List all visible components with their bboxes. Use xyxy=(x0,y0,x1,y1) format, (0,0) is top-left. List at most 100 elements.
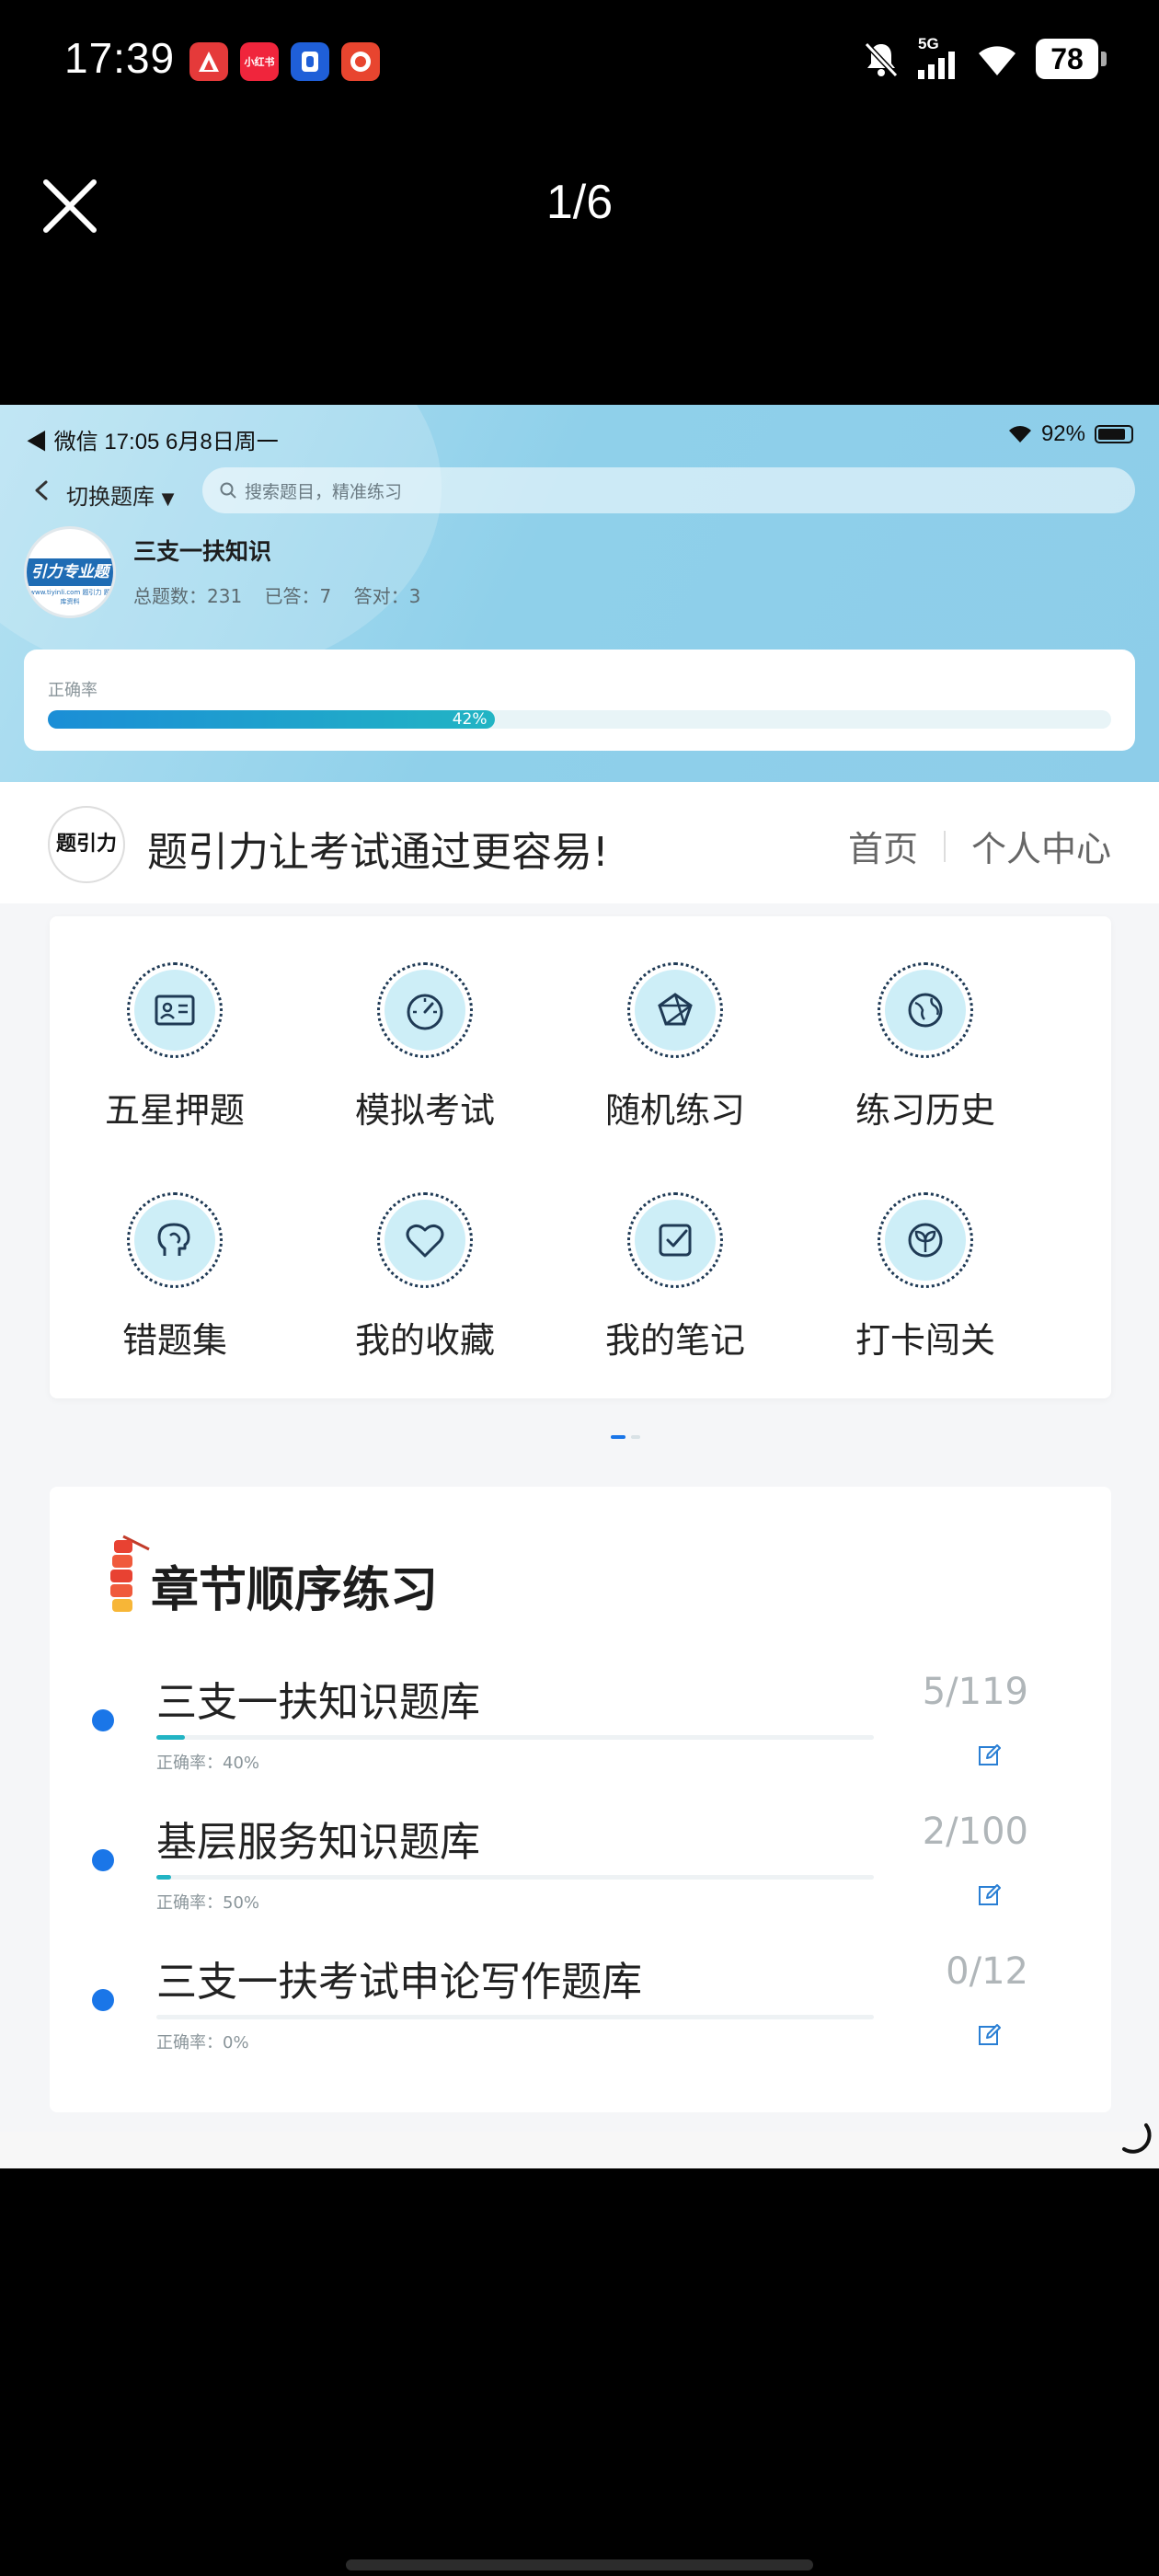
bullet-dot xyxy=(92,1709,114,1731)
accuracy-card: 正确率 42% xyxy=(24,650,1135,751)
brand-slogan: 题引力让考试通过更容易! xyxy=(147,829,609,876)
status-time: 17:39 xyxy=(64,34,176,82)
feature-label: 我的收藏 xyxy=(354,1320,495,1361)
feature-random-practice[interactable]: 随机练习 xyxy=(550,962,800,1133)
feature-mock-exam[interactable]: 模拟考试 xyxy=(300,962,550,1133)
page-dot-active xyxy=(611,1435,625,1439)
feature-practice-history[interactable]: 练习历史 xyxy=(800,962,1050,1133)
speedometer-icon xyxy=(407,994,443,1030)
nav-profile-link[interactable]: 个人中心 xyxy=(971,821,1111,871)
battery-indicator: 78 xyxy=(1036,39,1107,79)
firecracker-icon xyxy=(110,1535,150,1612)
chapter-count: 2/100 xyxy=(922,1811,1028,1853)
answered-count: 已答：7 xyxy=(264,585,332,607)
home-indicator[interactable] xyxy=(346,2559,813,2570)
edit-icon[interactable] xyxy=(977,1882,1003,1908)
sprout-icon xyxy=(908,1223,943,1258)
chapter-progress-bar xyxy=(156,2015,874,2019)
chapter-accuracy: 正确率：0% xyxy=(156,2033,249,2053)
chapter-count: 5/119 xyxy=(922,1671,1028,1713)
feature-grid: 五星押题 模拟考试 随机练习 练习历史 错题集 我的收藏 我的笔记 打卡闯关 xyxy=(50,916,1111,1439)
page-bottom xyxy=(0,2132,1159,2168)
cellular-icon: 5G xyxy=(918,35,958,79)
feature-label: 模拟考试 xyxy=(354,1090,495,1131)
heart-icon xyxy=(406,1224,444,1258)
chapter-progress-fill xyxy=(156,1875,171,1880)
chapter-progress-bar xyxy=(156,1735,874,1740)
wifi-icon xyxy=(979,46,1016,75)
chapter-progress-fill xyxy=(156,1735,186,1740)
course-logo-text: 引力专业题 xyxy=(27,558,113,586)
nav-divider xyxy=(943,830,946,862)
note-check-icon xyxy=(659,1224,692,1257)
bullet-dot xyxy=(92,1989,114,2011)
id-card-icon xyxy=(155,995,195,1026)
feature-favorites[interactable]: 我的收藏 xyxy=(300,1192,550,1363)
correct-count: 答对：3 xyxy=(353,585,421,607)
back-icon[interactable] xyxy=(28,475,55,506)
image-counter: 1/6 xyxy=(545,176,614,229)
brain-head-icon xyxy=(157,1223,190,1256)
inner-status-right: 92% xyxy=(1008,421,1133,447)
banner-nav: 首页 个人中心 xyxy=(848,821,1111,871)
chapter-item[interactable]: 三支一扶考试申论写作题库 正确率：0% 0/12 xyxy=(50,1932,1111,2061)
network-icon xyxy=(658,993,693,1026)
accuracy-progress-bar: 42% xyxy=(48,710,1111,729)
chapter-accuracy: 正确率：50% xyxy=(156,1893,260,1913)
chapter-practice-title: 章节顺序练习 xyxy=(151,1563,439,1618)
chapter-count: 0/12 xyxy=(946,1950,1028,1993)
course-logo-sub: www.tiyinli.com 题引力 题库资料 xyxy=(29,589,110,605)
inner-status-bar: ◀ 微信 17:05 6月8日周一 92% xyxy=(26,416,1133,456)
screenshot-image: ◀ 微信 17:05 6月8日周一 92% 切换题库 ▼ 搜索题目，精准练习 引… xyxy=(0,405,1159,2168)
status-app-icons: 小红书 xyxy=(189,42,380,81)
network-label: 5G xyxy=(918,35,939,52)
feature-five-star[interactable]: 五星押题 xyxy=(50,962,300,1133)
accuracy-progress-fill: 42% xyxy=(48,710,495,729)
course-title: 三支一扶知识 xyxy=(133,538,272,565)
accuracy-label: 正确率 xyxy=(48,681,98,700)
caret-down-icon: ▼ xyxy=(161,489,175,509)
feature-notes[interactable]: 我的笔记 xyxy=(550,1192,800,1363)
bell-muted-icon xyxy=(864,41,899,78)
switch-bank-dropdown[interactable]: 切换题库 ▼ xyxy=(66,478,174,511)
app-a-icon xyxy=(189,42,228,81)
search-input[interactable]: 搜索题目，精准练习 xyxy=(202,467,1135,513)
app-blue-icon xyxy=(291,42,329,81)
feature-label: 打卡闯关 xyxy=(855,1320,995,1361)
edit-icon[interactable] xyxy=(977,1742,1003,1768)
course-stats: 总题数：231 已答：7 答对：3 xyxy=(133,581,437,608)
top-nav: 切换题库 ▼ 搜索题目，精准练习 xyxy=(22,467,1135,517)
image-viewer: { "status_bar": { "time": "17:39", "batt… xyxy=(0,0,1159,2576)
app-coupon-icon xyxy=(341,42,380,81)
feature-check-in[interactable]: 打卡闯关 xyxy=(800,1192,1050,1363)
wifi-icon xyxy=(1008,426,1031,443)
feature-wrong-questions[interactable]: 错题集 xyxy=(50,1192,300,1363)
switch-bank-label: 切换题库 xyxy=(66,484,155,510)
feature-label: 随机练习 xyxy=(604,1090,745,1131)
brand-banner: 题引力 题引力让考试通过更容易! 首页 个人中心 xyxy=(0,782,1159,903)
page-dot xyxy=(631,1435,640,1439)
chapter-item[interactable]: 基层服务知识题库 正确率：50% 2/100 xyxy=(50,1792,1111,1921)
status-right: 5G 78 xyxy=(861,35,1107,79)
chapter-progress-bar xyxy=(156,1875,874,1880)
chapter-name: 基层服务知识题库 xyxy=(156,1819,480,1866)
chapter-name: 三支一扶知识题库 xyxy=(156,1679,480,1726)
chapter-accuracy: 正确率：40% xyxy=(156,1754,260,1773)
course-logo: 引力专业题 www.tiyinli.com 题引力 题库资料 xyxy=(24,526,116,618)
edit-icon[interactable] xyxy=(977,2022,1003,2048)
feature-label: 错题集 xyxy=(121,1320,227,1361)
globe-icon xyxy=(908,993,943,1028)
total-questions: 总题数：231 xyxy=(133,585,243,607)
brand-logo: 题引力 xyxy=(48,806,125,883)
search-icon xyxy=(220,482,236,499)
app-xiaohongshu-icon: 小红书 xyxy=(240,42,279,81)
battery-icon xyxy=(1095,425,1133,443)
chapter-name: 三支一扶考试申论写作题库 xyxy=(156,1959,642,2006)
bullet-dot xyxy=(92,1849,114,1871)
accuracy-percent: 42% xyxy=(452,710,488,729)
inner-battery-text: 92% xyxy=(1040,421,1085,446)
feature-label: 我的笔记 xyxy=(604,1320,745,1361)
nav-home-link[interactable]: 首页 xyxy=(848,821,918,871)
chapter-item[interactable]: 三支一扶知识题库 正确率：40% 5/119 xyxy=(50,1652,1111,1781)
chapter-practice-card: 章节顺序练习 三支一扶知识题库 正确率：40% 5/119 基层服务知识题库 正… xyxy=(50,1487,1111,2112)
